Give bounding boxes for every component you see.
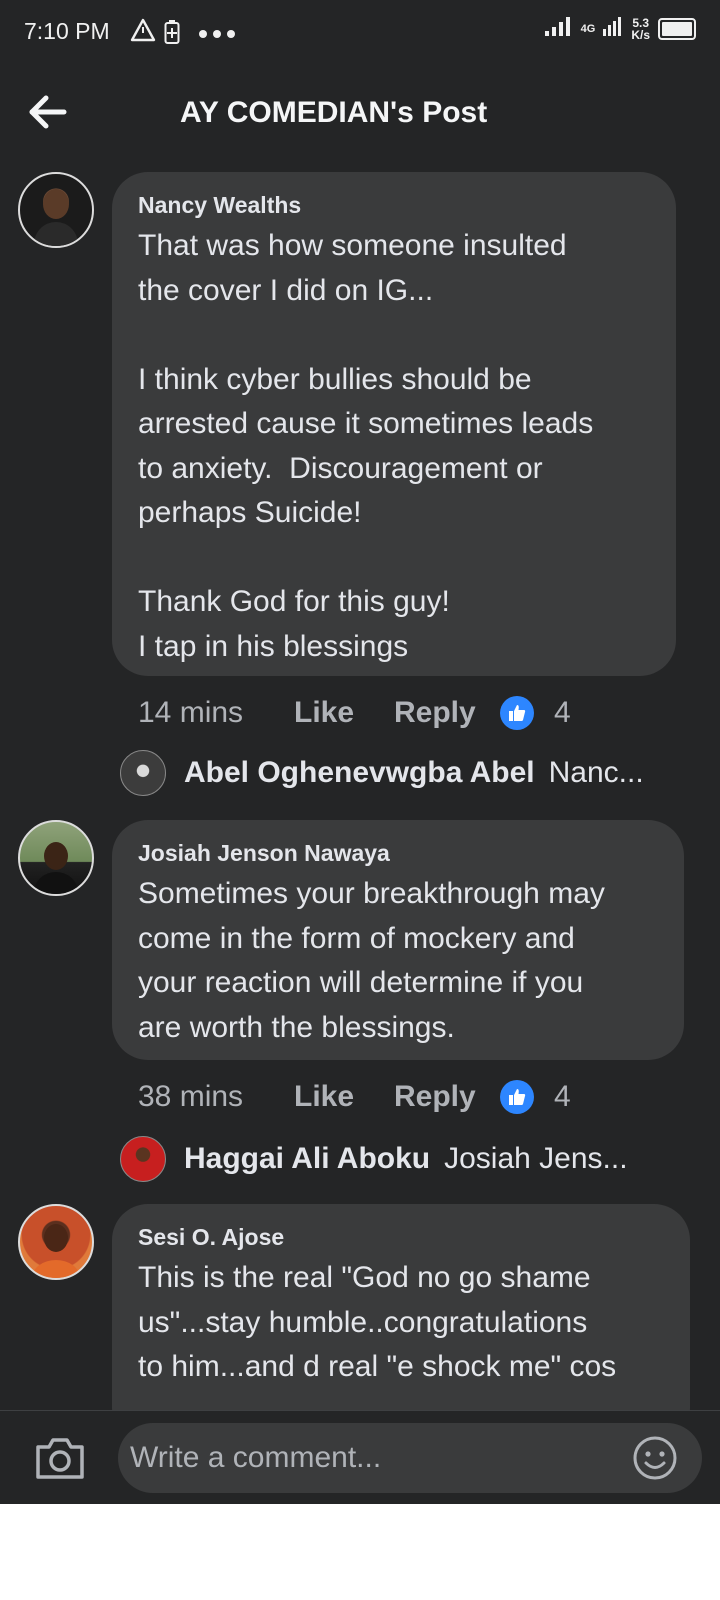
avatar[interactable] (18, 1204, 94, 1280)
reaction-count: 4 (554, 696, 571, 729)
more-dots-icon (198, 26, 238, 44)
reply-author[interactable]: Haggai Ali Aboku (184, 1142, 430, 1176)
comment-composer (0, 1410, 720, 1504)
network-type: 4G (580, 22, 596, 35)
camera-icon[interactable] (34, 1435, 86, 1481)
avatar[interactable] (18, 172, 94, 248)
emoji-icon[interactable] (632, 1435, 678, 1481)
comment-bubble[interactable]: Sesi O. Ajose This is the real "God no g… (112, 1204, 690, 1444)
comment-meta: 38 mins Like Reply 4 (138, 1077, 571, 1117)
reply-author[interactable]: Abel Oghenevwgba Abel (184, 756, 535, 790)
comment-text: This is the real "God no go shame us"...… (138, 1261, 617, 1383)
avatar[interactable] (18, 820, 94, 896)
page-title: AY COMEDIAN's Post (180, 96, 488, 129)
comment-bubble[interactable]: Nancy Wealths That was how someone insul… (112, 172, 676, 676)
signal-icon (544, 16, 573, 41)
status-bar: 7:10 PM 4G 5.3 K/s (0, 0, 720, 66)
reply-text-preview: Josiah Jens... (444, 1142, 628, 1175)
comment-meta: 14 mins Like Reply 4 (138, 693, 571, 733)
avatar[interactable] (120, 750, 166, 796)
reply-preview-row[interactable]: Abel Oghenevwgba Abel Nanc... (120, 748, 644, 798)
battery-icon (658, 17, 696, 40)
reply-text-preview: Nanc... (548, 756, 644, 789)
status-time: 7:10 PM (24, 18, 110, 44)
avatar[interactable] (120, 1136, 166, 1182)
comment-bubble[interactable]: Josiah Jenson Nawaya Sometimes your brea… (112, 820, 684, 1060)
back-arrow-icon[interactable] (26, 90, 70, 134)
comment-input[interactable] (118, 1423, 702, 1493)
comment-author[interactable]: Josiah Jenson Nawaya (138, 840, 658, 866)
post-comments-screen: 7:10 PM 4G 5.3 K/s AY COMEDIAN's Post Na… (0, 0, 720, 1504)
comment-text: That was how someone insulted the cover … (138, 229, 594, 663)
warning-icon (130, 18, 156, 47)
comment-time: 38 mins (138, 1080, 244, 1113)
speed-unit: K/s (631, 27, 650, 42)
reply-button[interactable]: Reply (394, 1080, 500, 1114)
reply-preview-row[interactable]: Haggai Ali Aboku Josiah Jens... (120, 1134, 628, 1184)
comment-author[interactable]: Nancy Wealths (138, 192, 650, 218)
reaction-count: 4 (554, 1080, 571, 1113)
signal-icon-2 (603, 16, 623, 41)
like-button[interactable]: Like (294, 1080, 394, 1114)
thumbs-up-icon[interactable] (500, 696, 534, 730)
comment-author[interactable]: Sesi O. Ajose (138, 1224, 664, 1250)
network-speed: 5.3 K/s (631, 17, 650, 41)
comment-time: 14 mins (138, 696, 244, 729)
like-button[interactable]: Like (294, 696, 394, 730)
comment-text: Sometimes your breakthrough may come in … (138, 877, 605, 1044)
reply-button[interactable]: Reply (394, 696, 500, 730)
top-app-bar: AY COMEDIAN's Post (0, 66, 720, 158)
status-right-cluster: 4G 5.3 K/s (544, 16, 696, 41)
thumbs-up-icon[interactable] (500, 1080, 534, 1114)
battery-saver-icon (164, 19, 180, 50)
